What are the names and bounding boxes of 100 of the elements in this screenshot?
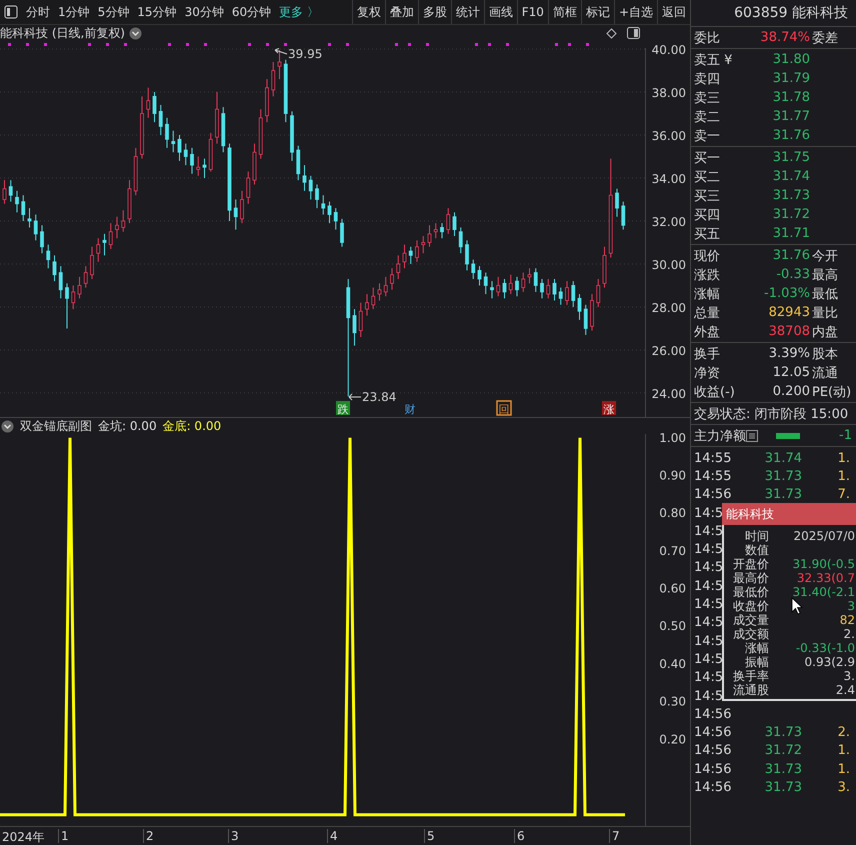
date-label: 6 [514,829,525,843]
candlestick [328,201,332,224]
tick-price: 31.73 [764,487,802,502]
tick-time: 14:56 [694,762,732,777]
field-label: 卖二 [694,108,721,126]
field-label: 总量 [694,304,721,322]
period-tab[interactable]: 分时 [22,4,54,20]
field-value: -1.03% [763,286,810,301]
candlestick [534,268,538,292]
tick-price: 31.73 [764,780,802,795]
field-label: 涨跌 [694,266,721,284]
field-value: 12.05 [772,365,810,380]
candlestick [108,222,113,250]
period-tab[interactable]: 60分钟 [228,4,276,20]
field-value: 38.74% [759,30,810,45]
dropdown-icon[interactable] [1,420,14,432]
tooltip-value: 31.90(-0.5 [792,557,856,571]
field-value: 38708 [768,324,810,339]
event-marker[interactable]: 涨 [602,401,616,416]
tick-volume: 1. [838,450,851,466]
axis-label: 34.00 [652,172,686,186]
candlestick [340,218,344,248]
candlestick [408,246,413,264]
tick-time: 14:5 [694,652,724,667]
candlestick [490,280,494,299]
panel-icon[interactable] [4,5,18,19]
candlestick [428,224,432,248]
candlestick [96,238,100,262]
candlestick [21,194,26,222]
period-tab[interactable]: 15分钟 [133,4,181,20]
indicator-reading: 金坑: 0.00 [98,418,157,434]
tick-price: 31.73 [764,725,802,740]
tooltip-value: 2. [844,627,856,641]
candlestick [202,158,206,179]
tick-time: 14:5 [694,597,724,612]
toolbar-button[interactable]: 叠加 [384,0,418,24]
stock-header: 603859 能科科技 [691,0,856,27]
low-price-label: 23.84 [362,390,396,404]
tick-time: 14:5 [694,542,724,558]
field-value: -1 [839,428,853,443]
tooltip-value: 2.4 [836,683,856,697]
field-label: 净资 [694,364,721,382]
axis-label: 30.00 [652,258,686,272]
tick-time: 14:5 [694,578,724,594]
toolbar-button[interactable]: 复权 [352,0,385,24]
toolbar-button[interactable]: F10 [516,0,548,24]
trading-status: 交易状态: 闭市阶段 15:00 [694,406,848,422]
more-link[interactable]: 更多 〉 [275,4,323,20]
tick-price: 31.73 [764,762,802,777]
toolbar-button[interactable]: +自选 [614,0,657,24]
flow-bar [776,432,800,438]
tick-time: 14:5 [694,634,724,649]
period-tab[interactable]: 5分钟 [94,4,134,20]
tick-price: 31.74 [764,450,802,466]
chart-title: 能科科技 (日线,前复权) [0,24,125,42]
field-label: 买二 [694,168,721,186]
candlestick [421,236,426,254]
period-tab[interactable]: 1分钟 [54,4,94,20]
candlestick [415,240,419,262]
candlestick [15,190,19,213]
field-label: 买四 [694,206,721,224]
candlestick [584,304,588,336]
event-marker[interactable]: 回 [496,400,512,416]
toolbar-button[interactable]: 简框 [548,0,581,24]
field-label: 流通 [812,364,838,382]
candlestick [71,284,76,310]
period-tab[interactable]: 30分钟 [180,4,228,20]
candlestick [165,117,169,148]
candlestick [558,287,563,306]
tick-time: 14:5 [694,670,724,686]
toolbar-button[interactable]: 返回 [657,0,690,24]
tooltip-value: 31.40(-2.1 [792,585,856,599]
candlestick [396,254,400,280]
diamond-icon[interactable] [606,28,617,38]
field-label: 卖一 [694,128,721,144]
tooltip-value: 3. [844,669,856,683]
toolbar-button[interactable]: 统计 [450,0,484,24]
tick-volume: 2. [838,725,851,740]
tooltip-value: 82 [840,613,856,627]
tick-price: 31.72 [764,743,802,758]
toolbar-button[interactable]: 多股 [418,0,451,24]
list-icon[interactable] [746,430,758,442]
event-marker[interactable]: 跌 [336,401,350,416]
field-value: 0.200 [772,384,810,399]
field-label: 现价 [694,248,721,264]
date-label: 7 [609,829,620,843]
field-label: 卖四 [694,70,721,88]
tick-price: 31.73 [764,468,802,484]
tick-time: 14:5 [694,560,724,576]
field-label: 最低 [812,286,838,302]
axis-label: 0.50 [659,619,686,634]
panel-icon[interactable] [627,27,640,39]
toolbar-button[interactable]: 标记 [580,0,614,24]
candlestick [615,188,619,218]
candlestick [384,276,388,297]
candlestick [365,294,369,316]
candlestick [552,278,556,302]
dropdown-icon[interactable] [129,26,142,40]
toolbar-button[interactable]: 画线 [484,0,517,24]
event-marker[interactable]: 财 [404,403,416,416]
